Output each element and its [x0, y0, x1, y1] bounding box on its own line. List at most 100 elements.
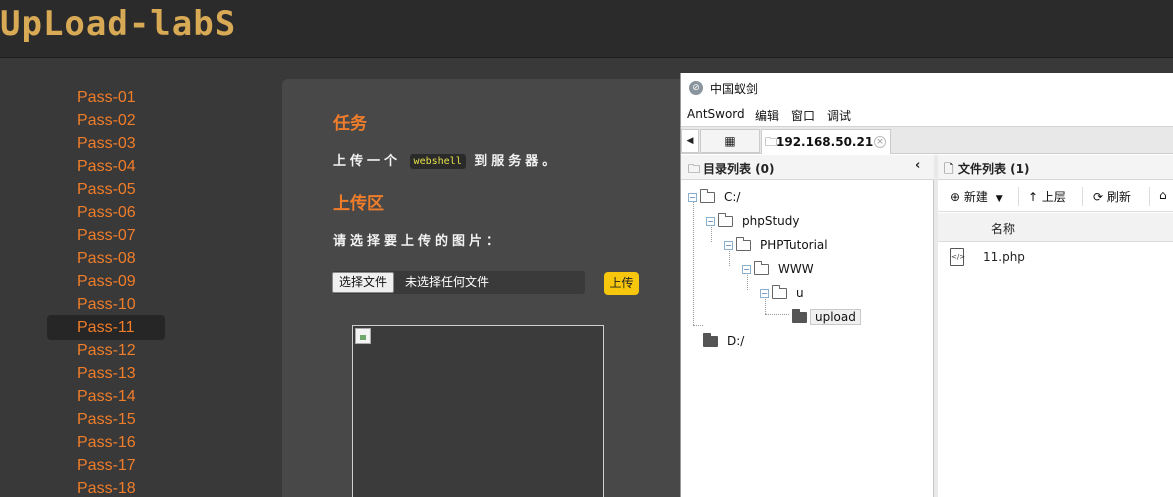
sidebar-item-pass-03[interactable]: Pass-03	[47, 132, 165, 155]
folder-icon	[700, 189, 715, 203]
tree-node-u[interactable]: − u	[760, 283, 804, 303]
folder-icon: 🗀	[688, 162, 701, 176]
tab-close-icon[interactable]: ×	[874, 136, 886, 148]
antsword-window: ⊘ 中国蚁剑 AntSword 编辑 窗口 调试 ◀ ▦ 🗀 192.168.5…	[680, 73, 1173, 497]
file-panel: 🗋 文件列表 (1) ⊕ 新建 ▼ ↑ 上层 ⟳ 刷新 ⌂ 名称 </> 11.…	[938, 155, 1173, 497]
menu-debug[interactable]: 调试	[827, 107, 851, 124]
directory-panel: 🗀 目录列表 (0) ‹ − C:/ − phpStudy − PHPTutorial…	[681, 155, 934, 497]
up-level-button[interactable]: ↑ 上层	[1028, 188, 1066, 205]
sidebar-item-pass-07[interactable]: Pass-07	[47, 224, 165, 247]
tree-label-selected: upload	[810, 309, 861, 325]
file-panel-header: 🗋 文件列表 (1)	[938, 155, 1173, 180]
code-file-icon: </>	[950, 248, 965, 266]
up-level-label: 上层	[1041, 190, 1066, 204]
task-text-before: 上传一个	[333, 154, 402, 169]
antsword-menubar: AntSword 编辑 窗口 调试	[681, 104, 1173, 126]
upload-button[interactable]: 上传	[604, 272, 639, 295]
tab-home-grid-icon[interactable]: ▦	[700, 129, 760, 153]
task-description: 上传一个 webshell 到服务器。	[333, 150, 559, 169]
sidebar-item-pass-15[interactable]: Pass-15	[47, 408, 165, 431]
antsword-titlebar: ⊘ 中国蚁剑	[681, 73, 1173, 103]
tree-label: phpStudy	[742, 214, 800, 228]
tree-label: C:/	[724, 190, 741, 204]
toolbar-divider	[1149, 187, 1150, 206]
toolbar-divider	[1018, 187, 1019, 206]
tree-node-upload[interactable]: upload	[792, 307, 861, 327]
arrow-up-icon: ↑	[1028, 190, 1039, 204]
main-content: 任务 上传一个 webshell 到服务器。 上传区 请选择要上传的图片： 选择…	[282, 79, 682, 497]
tree-label: WWW	[778, 262, 814, 276]
antsword-logo-icon: ⊘	[689, 81, 703, 95]
tree-guide-line	[693, 195, 694, 325]
file-input[interactable]: 选择文件 未选择任何文件	[332, 271, 585, 294]
folder-icon	[703, 333, 718, 347]
sidebar-item-pass-16[interactable]: Pass-16	[47, 431, 165, 454]
folder-icon	[772, 285, 787, 299]
sidebar-item-pass-18[interactable]: Pass-18	[47, 477, 165, 497]
sidebar-item-pass-02[interactable]: Pass-02	[47, 109, 165, 132]
folder-icon	[718, 213, 733, 227]
tree-node-d-drive[interactable]: D:/	[703, 331, 744, 351]
tree-collapse-icon[interactable]: −	[760, 289, 769, 298]
refresh-button[interactable]: ⟳ 刷新	[1093, 188, 1131, 205]
tab-scroll-left-icon[interactable]: ◀	[681, 129, 699, 153]
sidebar-item-pass-10[interactable]: Pass-10	[47, 293, 165, 316]
new-button[interactable]: ⊕ 新建 ▼	[950, 188, 1003, 205]
sidebar-item-pass-17[interactable]: Pass-17	[47, 454, 165, 477]
menu-window[interactable]: 窗口	[791, 107, 815, 124]
sidebar-item-pass-14[interactable]: Pass-14	[47, 385, 165, 408]
sidebar-item-pass-01[interactable]: Pass-01	[47, 86, 165, 109]
home-icon: ⌂	[1159, 188, 1167, 202]
directory-panel-title: 目录列表 (0)	[703, 162, 775, 176]
tree-guide-line	[765, 314, 789, 315]
upload-prompt: 请选择要上传的图片：	[333, 234, 504, 249]
choose-file-button[interactable]: 选择文件	[332, 272, 395, 293]
antsword-title: 中国蚁剑	[710, 82, 759, 96]
plus-circle-icon: ⊕	[950, 190, 961, 204]
sidebar-item-pass-11[interactable]: Pass-11	[47, 315, 165, 340]
file-row[interactable]: </> 11.php	[938, 245, 1173, 271]
sidebar-item-pass-12[interactable]: Pass-12	[47, 339, 165, 362]
tree-collapse-icon[interactable]: −	[688, 193, 697, 202]
webshell-code: webshell	[409, 154, 466, 169]
tree-collapse-icon[interactable]: −	[724, 241, 733, 250]
tree-node-phptutorial[interactable]: − PHPTutorial	[724, 235, 828, 255]
site-logo: UpLoad-labS	[0, 4, 237, 44]
refresh-label: 刷新	[1106, 190, 1131, 204]
column-name-header[interactable]: 名称	[991, 220, 1015, 237]
sidebar-item-pass-04[interactable]: Pass-04	[47, 155, 165, 178]
tab-host[interactable]: 🗀 192.168.50.21 ×	[761, 129, 891, 154]
home-button[interactable]: ⌂	[1159, 188, 1167, 202]
top-bar: UpLoad-labS	[0, 0, 1173, 58]
tree-label: PHPTutorial	[760, 238, 828, 252]
toolbar-divider	[1082, 187, 1083, 206]
folder-icon	[736, 237, 751, 251]
folder-icon	[792, 309, 807, 323]
caret-down-icon: ▼	[995, 194, 1003, 204]
upload-area-title: 上传区	[333, 194, 384, 214]
tree-guide-line	[693, 325, 703, 326]
tree-node-phpstudy[interactable]: − phpStudy	[706, 211, 800, 231]
tree-collapse-icon[interactable]: −	[742, 265, 751, 274]
tree-node-www[interactable]: − WWW	[742, 259, 814, 279]
tree-node-c-drive[interactable]: − C:/	[688, 187, 740, 207]
sidebar-item-pass-09[interactable]: Pass-09	[47, 270, 165, 293]
menu-antsword[interactable]: AntSword	[687, 107, 745, 121]
tree-label: D:/	[727, 334, 745, 348]
refresh-icon: ⟳	[1093, 190, 1104, 204]
image-preview	[352, 325, 604, 497]
file-icon: 🗋	[944, 162, 954, 176]
sidebar-item-pass-08[interactable]: Pass-08	[47, 247, 165, 270]
task-title: 任务	[333, 114, 367, 134]
no-file-selected-label: 未选择任何文件	[405, 275, 490, 289]
directory-panel-header: 🗀 目录列表 (0) ‹	[681, 155, 934, 180]
sidebar-item-pass-06[interactable]: Pass-06	[47, 201, 165, 224]
sidebar: Pass-01 Pass-02 Pass-03 Pass-04 Pass-05 …	[0, 59, 282, 497]
folder-icon	[754, 261, 769, 275]
menu-edit[interactable]: 编辑	[755, 107, 779, 124]
tab-host-label: 192.168.50.21	[776, 135, 874, 149]
tree-collapse-icon[interactable]: −	[706, 217, 715, 226]
sidebar-item-pass-05[interactable]: Pass-05	[47, 178, 165, 201]
collapse-left-icon[interactable]: ‹	[915, 158, 920, 173]
sidebar-item-pass-13[interactable]: Pass-13	[47, 362, 165, 385]
